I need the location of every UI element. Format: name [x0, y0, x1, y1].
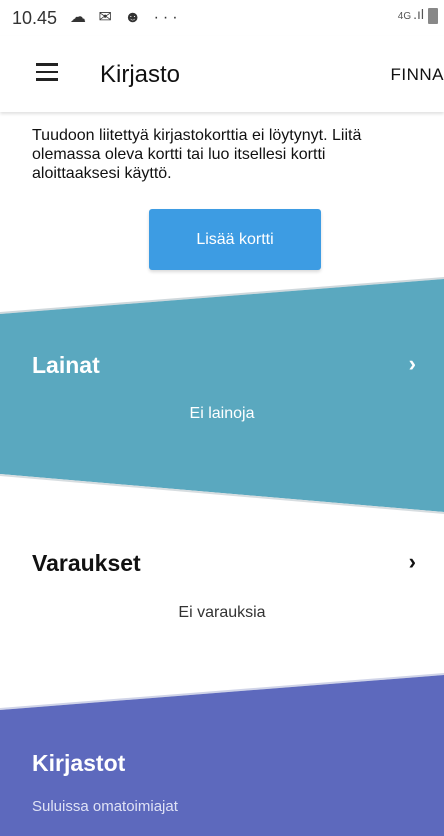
- no-card-notice: Tuudoon liitettyä kirjastokorttia ei löy…: [32, 127, 362, 182]
- status-indicators: 4G .ıl: [397, 6, 438, 25]
- notification-icons: ☁ ✉ ☻ ···: [70, 9, 182, 26]
- battery-icon: [428, 8, 438, 25]
- add-card-button[interactable]: Lisää kortti: [149, 209, 321, 270]
- kirjastot-section[interactable]: [0, 730, 444, 836]
- hamburger-menu-icon[interactable]: [36, 63, 58, 81]
- chevron-right-icon[interactable]: ›: [409, 351, 416, 377]
- app-bar: Kirjasto FINNA: [0, 36, 444, 112]
- varaukset-status: Ei varauksia: [178, 604, 266, 621]
- varaukset-title: Varaukset: [32, 550, 141, 576]
- kirjastot-subtitle: Suluissa omatoimiajat: [32, 798, 178, 815]
- lainat-section[interactable]: [0, 330, 444, 460]
- kirjastot-title: Kirjastot: [32, 750, 126, 776]
- status-time: 10.45: [12, 8, 58, 28]
- status-bar: 10.45 ☁ ✉ ☻ ··· 4G .ıl: [0, 0, 444, 36]
- lainat-title: Lainat: [32, 352, 100, 378]
- signal-icon: .ıl: [413, 6, 424, 22]
- network-type-label: 4G: [397, 11, 412, 22]
- finna-button[interactable]: FINNA: [391, 65, 444, 85]
- page-title: Kirjasto: [100, 61, 181, 88]
- chevron-right-icon[interactable]: ›: [409, 549, 416, 575]
- varaukset-section[interactable]: [0, 530, 444, 640]
- lainat-status: Ei lainoja: [189, 405, 255, 422]
